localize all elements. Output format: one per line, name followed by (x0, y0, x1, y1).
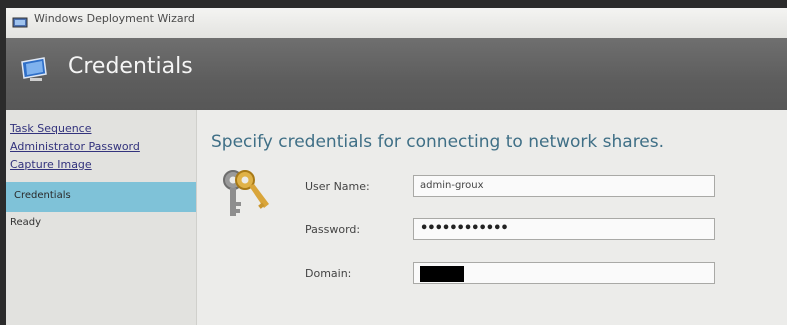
wizard-app-icon (12, 14, 28, 28)
page-banner: Credentials (6, 38, 787, 110)
window-title: Windows Deployment Wizard (34, 12, 195, 25)
password-field[interactable]: •••••••••••• (413, 218, 715, 240)
sidebar-item-capture-image[interactable]: Capture Image (6, 156, 196, 173)
username-label: User Name: (305, 180, 370, 193)
username-field[interactable]: admin-groux (413, 175, 715, 197)
sidebar-item-ready: Ready (10, 217, 42, 228)
title-bar: Windows Deployment Wizard (6, 8, 787, 39)
password-label: Password: (305, 223, 361, 236)
page-title: Credentials (68, 54, 193, 79)
sidebar-item-credentials[interactable]: Credentials (6, 182, 196, 212)
domain-field[interactable] (413, 262, 715, 284)
monitor-icon (18, 56, 52, 84)
wizard-window: Windows Deployment Wizard Credentials Ta… (6, 8, 787, 325)
key-icon (219, 166, 271, 222)
sidebar-item-task-sequence[interactable]: Task Sequence (6, 120, 196, 137)
redaction-block (420, 266, 464, 282)
sidebar-item-administrator-password[interactable]: Administrator Password (6, 138, 196, 155)
wizard-steps-sidebar: Task Sequence Administrator Password Cap… (6, 110, 197, 325)
domain-label: Domain: (305, 267, 352, 280)
credentials-panel: Specify credentials for connecting to ne… (197, 110, 787, 325)
page-heading: Specify credentials for connecting to ne… (211, 132, 665, 152)
